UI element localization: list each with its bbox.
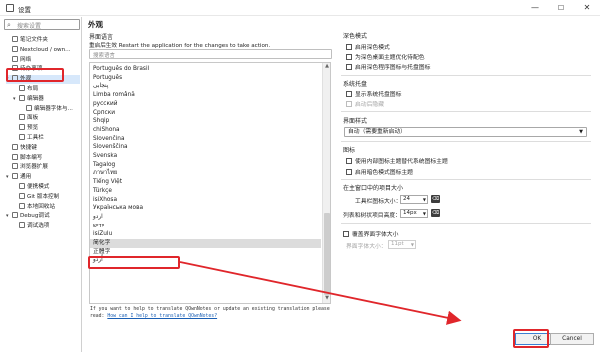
arrow-to-ok	[179, 261, 462, 325]
annotation-arrows	[179, 261, 462, 325]
